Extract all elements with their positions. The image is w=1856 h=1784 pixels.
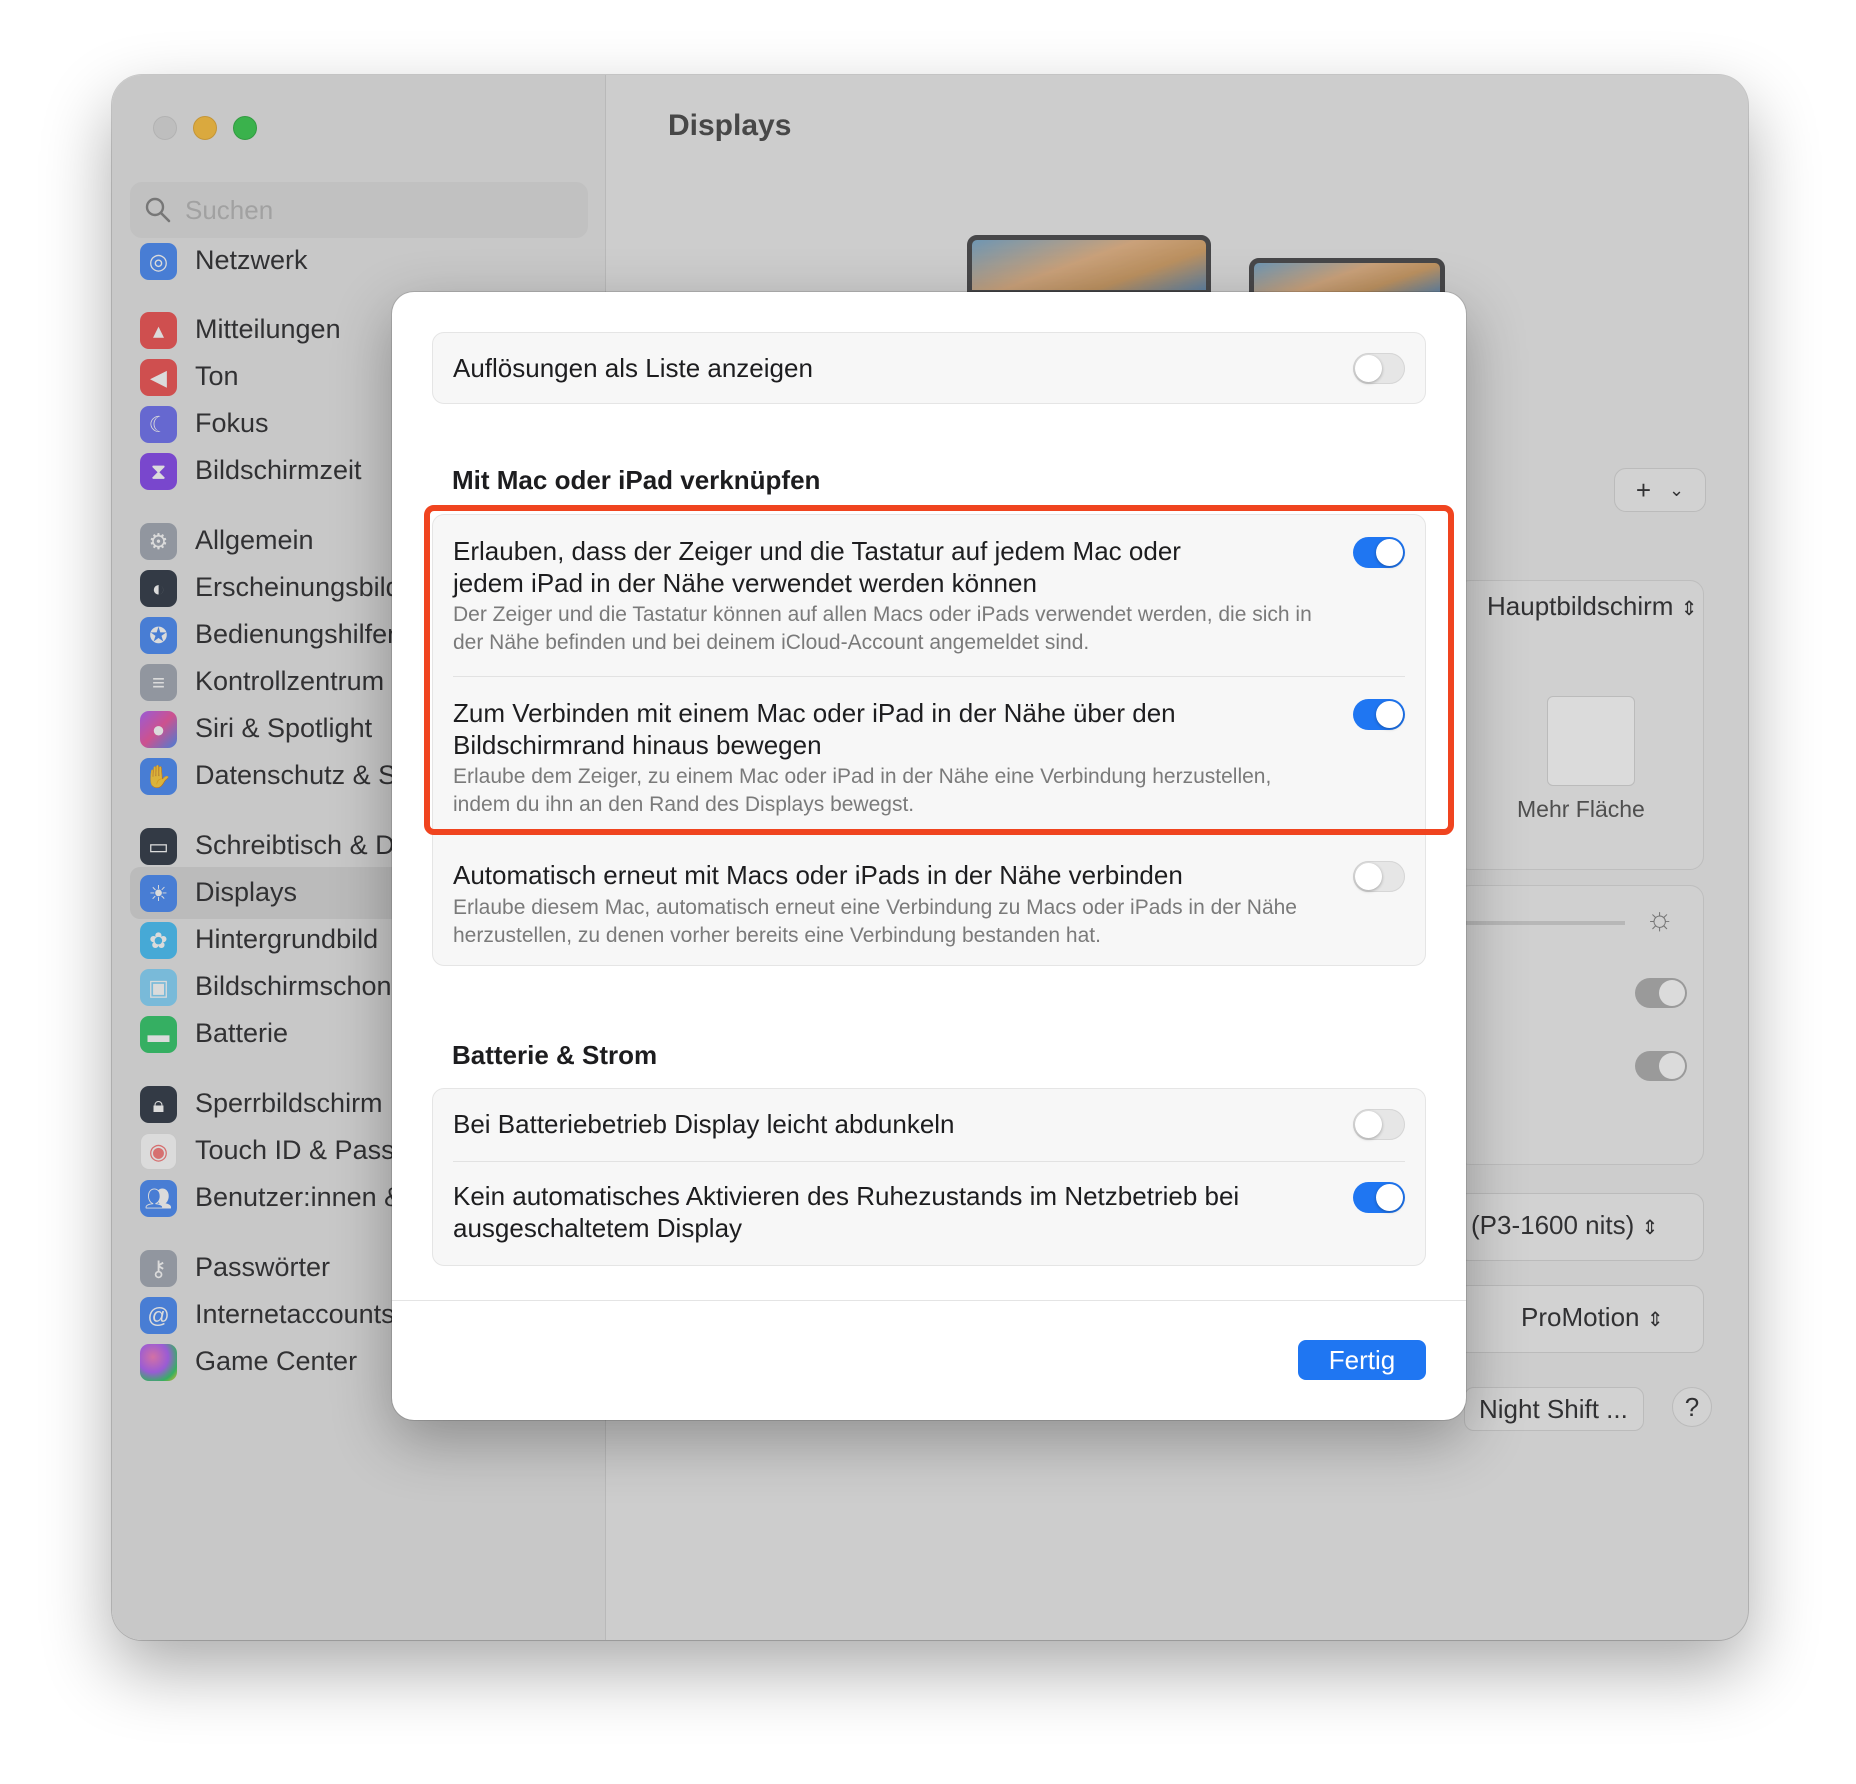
- resolution-list-toggle[interactable]: [1353, 353, 1405, 384]
- row-title: Kein automatisches Aktivieren des Ruhezu…: [453, 1181, 1240, 1243]
- prevent-sleep-row: Kein automatisches Aktivieren des Ruhezu…: [433, 1162, 1425, 1267]
- allow-pointer-keyboard-row: Erlauben, dass der Zeiger und die Tastat…: [433, 515, 1425, 676]
- done-button[interactable]: Fertig: [1298, 1340, 1426, 1380]
- push-through-edge-toggle[interactable]: [1353, 699, 1405, 730]
- dim-on-battery-toggle[interactable]: [1353, 1109, 1405, 1140]
- push-through-edge-row: Zum Verbinden mit einem Mac oder iPad in…: [433, 677, 1425, 839]
- auto-reconnect-row: Automatisch erneut mit Macs oder iPads i…: [433, 839, 1425, 967]
- row-title: Automatisch erneut mit Macs oder iPads i…: [453, 860, 1183, 890]
- dim-on-battery-row: Bei Batteriebetrieb Display leicht abdun…: [433, 1089, 1425, 1161]
- row-title: Erlauben, dass der Zeiger und die Tastat…: [453, 536, 1181, 598]
- section-heading-link: Mit Mac oder iPad verknüpfen: [452, 465, 821, 495]
- row-title: Zum Verbinden mit einem Mac oder iPad in…: [453, 698, 1176, 760]
- row-title: Auflösungen als Liste anzeigen: [453, 353, 813, 383]
- footer-divider: [392, 1300, 1466, 1301]
- link-mac-ipad-group: Erlauben, dass der Zeiger und die Tastat…: [432, 514, 1426, 966]
- row-description: Der Zeiger und die Tastatur können auf a…: [453, 603, 1312, 654]
- resolution-list-row: Auflösungen als Liste anzeigen: [433, 333, 1425, 405]
- row-description: Erlaube diesem Mac, automatisch erneut e…: [453, 896, 1297, 947]
- battery-power-group: Bei Batteriebetrieb Display leicht abdun…: [432, 1088, 1426, 1266]
- resolution-list-group: Auflösungen als Liste anzeigen: [432, 332, 1426, 404]
- row-title: Bei Batteriebetrieb Display leicht abdun…: [453, 1109, 955, 1139]
- advanced-settings-sheet: Auflösungen als Liste anzeigen Mit Mac o…: [392, 292, 1466, 1420]
- row-description: Erlaube dem Zeiger, zu einem Mac oder iP…: [453, 765, 1272, 816]
- prevent-sleep-toggle[interactable]: [1353, 1182, 1405, 1213]
- allow-pointer-keyboard-toggle[interactable]: [1353, 537, 1405, 568]
- section-heading-battery: Batterie & Strom: [452, 1040, 658, 1070]
- auto-reconnect-toggle[interactable]: [1353, 861, 1405, 892]
